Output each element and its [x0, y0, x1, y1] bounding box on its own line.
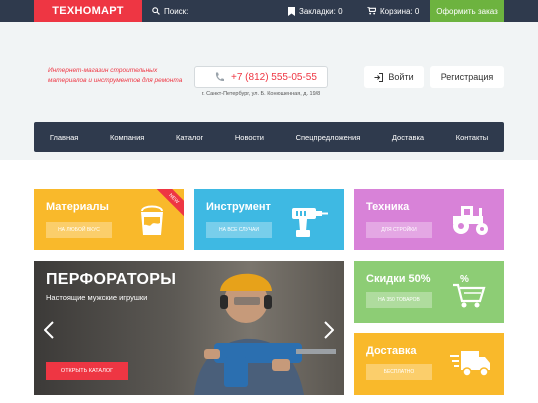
phone-box[interactable]: +7 (812) 555-05-55 [194, 66, 328, 88]
nav-item-company[interactable]: Компания [110, 133, 144, 142]
hero-photo [194, 273, 336, 395]
delivery-truck-icon [450, 351, 490, 377]
tagline: Интернет-магазин строительных материалов… [48, 67, 183, 84]
main-nav: Главная Компания Каталог Новости Спецпре… [34, 122, 504, 152]
chevron-left-icon[interactable] [44, 321, 54, 339]
phone-icon [215, 72, 224, 82]
search-field[interactable]: Поиск: [152, 0, 188, 22]
tile-button[interactable]: для стройки [366, 222, 432, 238]
cart-link[interactable]: Корзина: 0 [367, 0, 419, 22]
search-label: Поиск: [164, 6, 189, 16]
bookmarks-link[interactable]: Закладки: 0 [288, 0, 343, 22]
header: Интернет-магазин строительных материалов… [0, 22, 538, 160]
address: г. Санкт-Петербург, ул. Б. Конюшенная, д… [201, 91, 321, 97]
tile-title: Материалы [46, 201, 109, 213]
cart-label: Корзина: 0 [380, 6, 420, 16]
hero-slider: ПЕРФОРАТОРЫ Настоящие мужские игрушки от… [34, 261, 344, 395]
top-bar: ТЕХНОМАРТ Поиск: Закладки: 0 Корзина: 0 … [0, 0, 538, 22]
nav-item-delivery[interactable]: Доставка [392, 133, 424, 142]
nav-item-offers[interactable]: Спецпредложения [296, 133, 361, 142]
paint-bucket-icon [141, 205, 163, 235]
logo[interactable]: ТЕХНОМАРТ [34, 0, 142, 22]
tile-button[interactable]: на любой вкус [46, 222, 112, 238]
nav-item-contacts[interactable]: Контакты [456, 133, 488, 142]
checkout-button[interactable]: Оформить заказ [430, 0, 504, 22]
chevron-right-icon[interactable] [324, 321, 334, 339]
tile-button[interactable]: на все случаи [206, 222, 272, 238]
login-label: Войти [388, 72, 414, 82]
search-icon [152, 7, 160, 15]
tile-button[interactable]: на 350 товаров [366, 292, 432, 308]
tile-title: Инструмент [206, 201, 271, 213]
nav-item-home[interactable]: Главная [50, 133, 79, 142]
open-catalog-button[interactable]: открыть каталог [46, 362, 128, 380]
cart-icon [367, 7, 376, 15]
hero-subtitle: Настоящие мужские игрушки [46, 293, 148, 302]
nav-item-news[interactable]: Новости [235, 133, 264, 142]
tile-tech[interactable]: Техника для стройки [354, 189, 504, 250]
tile-tools[interactable]: Инструмент на все случаи [194, 189, 344, 250]
tile-title: Техника [366, 201, 410, 213]
login-icon [374, 72, 384, 82]
drill-icon [292, 208, 328, 237]
phone-number: +7 (812) 555-05-55 [231, 71, 317, 83]
nav-item-catalog[interactable]: Каталог [176, 133, 203, 142]
tile-title: Доставка [366, 345, 417, 357]
tile-title: Скидки 50% [366, 273, 431, 285]
bookmarks-label: Закладки: 0 [299, 6, 343, 16]
svg-text:%: % [460, 274, 469, 285]
tile-button[interactable]: бесплатно [366, 364, 432, 380]
tile-sale[interactable]: Скидки 50% на 350 товаров % [354, 261, 504, 323]
bookmark-icon [288, 6, 295, 16]
register-button[interactable]: Регистрация [430, 66, 504, 88]
tractor-icon [453, 206, 488, 235]
shopping-cart-icon: % [453, 274, 486, 308]
hero-title: ПЕРФОРАТОРЫ [46, 271, 177, 288]
tile-materials[interactable]: Материалы на любой вкус NEW [34, 189, 184, 250]
login-button[interactable]: Войти [364, 66, 424, 88]
tile-delivery[interactable]: Доставка бесплатно [354, 333, 504, 395]
